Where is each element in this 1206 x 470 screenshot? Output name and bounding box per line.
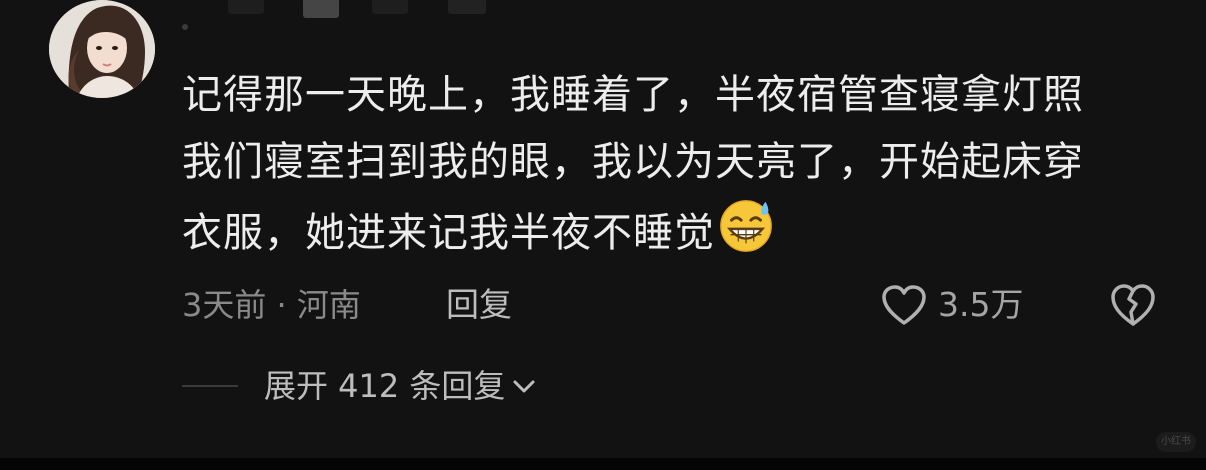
expand-replies-button[interactable]: 展开 412 条回复 <box>264 364 537 408</box>
like-button[interactable]: 3.5万 <box>880 280 1023 330</box>
comment-line: 衣服，她进来记我半夜不睡觉 <box>182 196 1172 263</box>
bottom-edge <box>0 458 1206 470</box>
comment-line: 我们寝室扫到我的眼，我以为天亮了，开始起床穿 <box>182 139 1084 185</box>
comment-time-location: 3天前 · 河南 <box>182 286 361 324</box>
comment-card: 记得那一天晚上，我睡着了，半夜宿管查寝拿灯照 我们寝室扫到我的眼，我以为天亮了，… <box>0 0 1206 458</box>
broken-heart-icon[interactable] <box>1108 282 1158 328</box>
heart-outline-icon <box>882 285 926 325</box>
reply-button[interactable]: 回复 <box>446 283 512 327</box>
username-blur <box>448 0 486 14</box>
avatar[interactable] <box>49 0 155 98</box>
comment-body: 记得那一天晚上，我睡着了，半夜宿管查寝拿灯照 我们寝室扫到我的眼，我以为天亮了，… <box>182 62 1172 263</box>
chevron-down-icon <box>513 380 535 393</box>
grinning-sweat-emoji-icon <box>720 200 772 252</box>
username-blur <box>182 24 188 30</box>
comment-line: 记得那一天晚上，我睡着了，半夜宿管查寝拿灯照 <box>182 72 1084 118</box>
comment-line-text: 衣服，她进来记我半夜不睡觉 <box>182 210 715 256</box>
expand-divider <box>182 385 238 387</box>
username-blur <box>372 0 408 14</box>
username-blur <box>228 0 264 14</box>
watermark-logo: 小红书 <box>1156 432 1196 452</box>
expand-replies-label: 展开 412 条回复 <box>264 367 506 405</box>
username-blur <box>303 0 339 18</box>
like-count: 3.5万 <box>938 285 1024 324</box>
